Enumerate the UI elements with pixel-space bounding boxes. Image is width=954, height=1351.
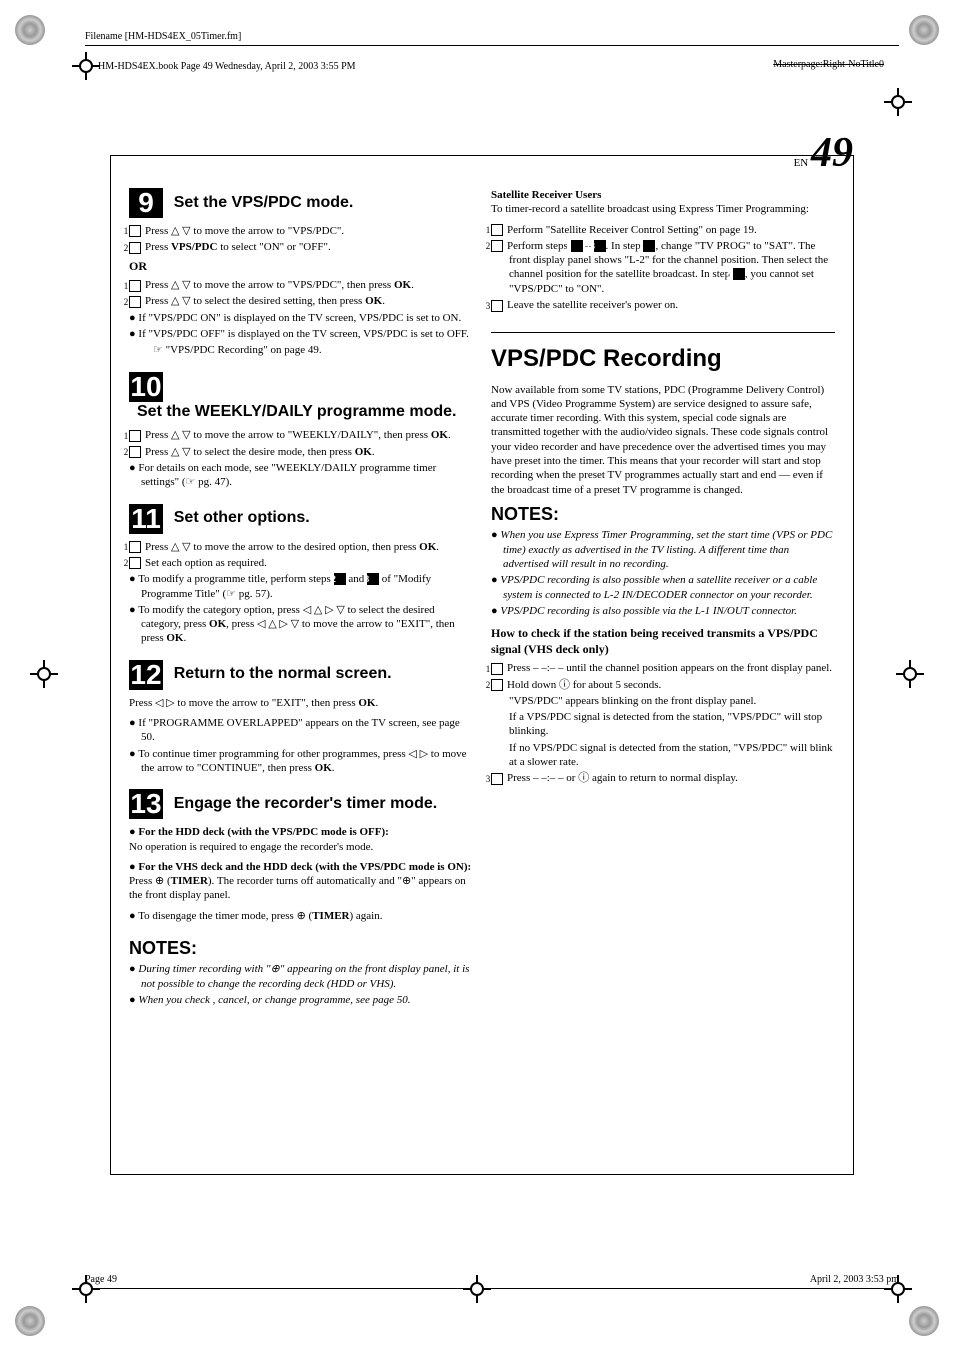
step-10-bullet1: For details on each mode, see "WEEKLY/DA…: [129, 461, 473, 490]
sat-line2: 2Perform steps 1 – 13. In step 7, change…: [491, 239, 835, 296]
left-note-1: During timer recording with "⊕" appearin…: [129, 962, 473, 991]
filename-header: Filename [HM-HDS4EX_05Timer.fm]: [85, 30, 241, 43]
left-note-2: When you check , cancel, or change progr…: [129, 993, 473, 1007]
right-note-3: VPS/PDC recording is also possible via t…: [491, 604, 835, 618]
step-9-line2: 2Press VPS/PDC to select "ON" or "OFF".: [129, 240, 473, 254]
step-11-line2: 2Set each option as required.: [129, 556, 473, 570]
step-10-num: 10: [129, 372, 163, 402]
check-sub3: If no VPS/PDC signal is detected from th…: [491, 741, 835, 770]
step-11: 11 Set other options. 1Press △ ▽ to move…: [129, 504, 473, 646]
step-11-bullet1: To modify a programme title, perform ste…: [129, 572, 473, 601]
sat-para: To timer-record a satellite broadcast us…: [491, 202, 835, 216]
corner-target-br: [909, 1306, 939, 1336]
book-info: HM-HDS4EX.book Page 49 Wednesday, April …: [98, 60, 356, 73]
step-13-bullet1: To disengage the timer mode, press ⊕ (TI…: [129, 909, 473, 923]
step-12-title: Return to the normal screen.: [174, 664, 392, 685]
step-11-num: 11: [129, 504, 163, 534]
step-12-bullet1: If "PROGRAMME OVERLAPPED" appears on the…: [129, 716, 473, 745]
reg-mark-top-right: [884, 88, 912, 116]
sat-line1: 1Perform "Satellite Receiver Control Set…: [491, 223, 835, 237]
step-11-line1: 1Press △ ▽ to move the arrow to the desi…: [129, 540, 473, 554]
right-column: Satellite Receiver Users To timer-record…: [491, 188, 835, 1009]
check-heading: How to check if the station being receiv…: [491, 626, 835, 657]
step-12-para: Press ◁ ▷ to move the arrow to "EXIT", t…: [129, 696, 473, 710]
check-line2: 2Hold down ⓘ for about 5 seconds.: [491, 678, 835, 692]
reg-mark-mid-left: [30, 660, 58, 688]
vps-title: VPS/PDC Recording: [491, 332, 835, 374]
footer: Page 49 April 2, 2003 3:53 pm: [85, 1273, 899, 1289]
page-en-label: EN: [794, 157, 809, 169]
check-sub2: If a VPS/PDC signal is detected from the…: [491, 710, 835, 739]
step-10-line2: 2Press △ ▽ to select the desire mode, th…: [129, 445, 473, 459]
or-label: OR: [129, 259, 473, 275]
top-rule: [85, 45, 899, 46]
reg-mark-top-left: [72, 52, 100, 80]
corner-target-tl: [15, 15, 45, 45]
step-11-title: Set other options.: [174, 508, 310, 529]
footer-date: April 2, 2003 3:53 pm: [810, 1273, 899, 1286]
step-9-title: Set the VPS/PDC mode.: [174, 193, 354, 214]
left-column: 9 Set the VPS/PDC mode. 1Press △ ▽ to mo…: [129, 188, 473, 1009]
step-9-line1: 1Press △ ▽ to move the arrow to "VPS/PDC…: [129, 224, 473, 238]
step-13-para1: No operation is required to engage the r…: [129, 840, 473, 854]
corner-target-bl: [15, 1306, 45, 1336]
page-frame: EN 49 9 Set the VPS/PDC mode. 1Press △ ▽…: [110, 155, 854, 1175]
step-13: 13 Engage the recorder's timer mode. ● F…: [129, 789, 473, 923]
step-9: 9 Set the VPS/PDC mode. 1Press △ ▽ to mo…: [129, 188, 473, 358]
right-notes-heading: NOTES:: [491, 503, 835, 526]
step-10-title: Set the WEEKLY/DAILY programme mode.: [137, 402, 456, 423]
page-number: 49: [811, 130, 853, 176]
right-note-1: When you use Express Timer Programming, …: [491, 528, 835, 571]
step-13-num: 13: [129, 789, 163, 819]
step-12-bullet2: To continue timer programming for other …: [129, 747, 473, 776]
step-10-line1: 1Press △ ▽ to move the arrow to "WEEKLY/…: [129, 428, 473, 442]
step-9-num: 9: [129, 188, 163, 218]
check-line3: 3Press – –:– – or ⓘ again to return to n…: [491, 771, 835, 785]
step-12-num: 12: [129, 660, 163, 690]
check-sub1: "VPS/PDC" appears blinking on the front …: [491, 694, 835, 708]
check-line1: 1Press – –:– – until the channel positio…: [491, 661, 835, 675]
page-number-corner: EN 49: [794, 126, 853, 181]
left-notes-heading: NOTES:: [129, 937, 473, 960]
masterpage-text: Masterpage:Right-NoTitle0: [773, 59, 884, 70]
step-12: 12 Return to the normal screen. Press ◁ …: [129, 660, 473, 775]
corner-target-tr: [909, 15, 939, 45]
right-note-2: VPS/PDC recording is also possible when …: [491, 573, 835, 602]
step-10: 10 Set the WEEKLY/DAILY programme mode. …: [129, 372, 473, 490]
sat-heading: Satellite Receiver Users: [491, 188, 835, 202]
sat-line3: 3Leave the satellite receiver's power on…: [491, 298, 835, 312]
step-13-para2: Press ⊕ (TIMER). The recorder turns off …: [129, 874, 473, 903]
step-13-heading2: ● For the VHS deck and the HDD deck (wit…: [129, 860, 473, 874]
step-9-or2: 2Press △ ▽ to select the desired setting…: [129, 294, 473, 308]
masterpage-label: Masterpage:Right-NoTitle0: [773, 58, 884, 71]
step-13-title: Engage the recorder's timer mode.: [174, 794, 437, 815]
step-13-heading1: ● For the HDD deck (with the VPS/PDC mod…: [129, 825, 473, 839]
vps-para: Now available from some TV stations, PDC…: [491, 383, 835, 497]
step-9-or1: 1Press △ ▽ to move the arrow to "VPS/PDC…: [129, 278, 473, 292]
step-11-bullet2: To modify the category option, press ◁ △…: [129, 603, 473, 646]
step-9-bullet2: If "VPS/PDC OFF" is displayed on the TV …: [129, 327, 473, 341]
step-9-ref: "VPS/PDC Recording" on page 49.: [129, 343, 473, 357]
reg-mark-mid-right: [896, 660, 924, 688]
step-9-bullet1: If "VPS/PDC ON" is displayed on the TV s…: [129, 311, 473, 325]
